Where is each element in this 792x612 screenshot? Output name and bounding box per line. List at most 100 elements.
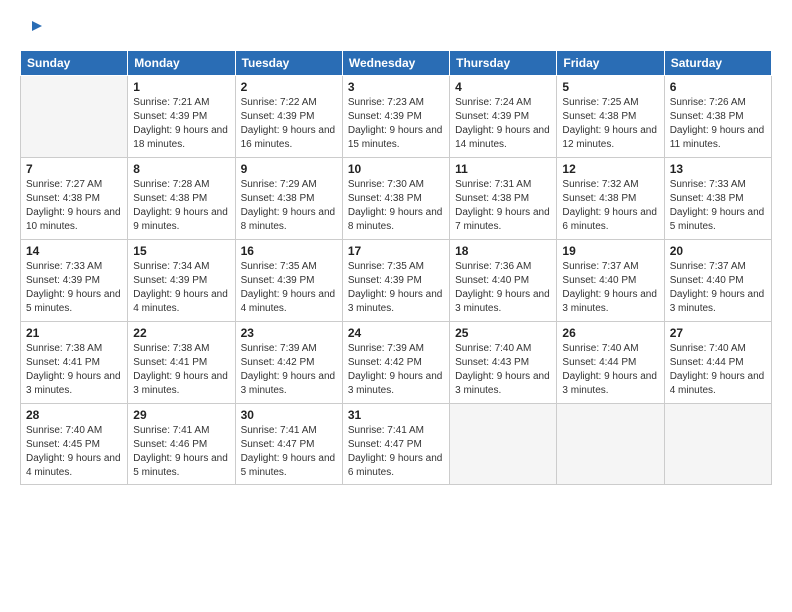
day-number: 20 (670, 244, 766, 258)
day-number: 27 (670, 326, 766, 340)
day-number: 8 (133, 162, 229, 176)
day-number: 14 (26, 244, 122, 258)
calendar-cell: 17 Sunrise: 7:35 AMSunset: 4:39 PMDayligh… (342, 240, 449, 322)
day-info: Sunrise: 7:30 AMSunset: 4:38 PMDaylight:… (348, 179, 443, 232)
day-info: Sunrise: 7:26 AMSunset: 4:38 PMDaylight:… (670, 97, 765, 150)
day-number: 31 (348, 408, 444, 422)
day-info: Sunrise: 7:33 AMSunset: 4:39 PMDaylight:… (26, 261, 121, 314)
calendar-cell: 16 Sunrise: 7:35 AMSunset: 4:39 PMDayligh… (235, 240, 342, 322)
day-number: 15 (133, 244, 229, 258)
calendar-cell: 31 Sunrise: 7:41 AMSunset: 4:47 PMDayligh… (342, 404, 449, 485)
calendar-cell: 23Sunrise: 7:39 AMSunset: 4:42 PMDayligh… (235, 322, 342, 404)
day-number: 2 (241, 80, 337, 94)
weekday-header-row: SundayMondayTuesdayWednesdayThursdayFrid… (21, 51, 772, 76)
calendar-cell: 5 Sunrise: 7:25 AMSunset: 4:38 PMDaylight… (557, 76, 664, 158)
calendar-cell: 29 Sunrise: 7:41 AMSunset: 4:46 PMDayligh… (128, 404, 235, 485)
weekday-friday: Friday (557, 51, 664, 76)
calendar-cell: 3 Sunrise: 7:23 AMSunset: 4:39 PMDaylight… (342, 76, 449, 158)
calendar-cell: 30 Sunrise: 7:41 AMSunset: 4:47 PMDayligh… (235, 404, 342, 485)
day-number: 3 (348, 80, 444, 94)
calendar-cell: 25Sunrise: 7:40 AMSunset: 4:43 PMDayligh… (450, 322, 557, 404)
day-info: Sunrise: 7:40 AMSunset: 4:45 PMDaylight:… (26, 425, 121, 478)
week-row-3: 21Sunrise: 7:38 AMSunset: 4:41 PMDayligh… (21, 322, 772, 404)
day-number: 4 (455, 80, 551, 94)
day-info: Sunrise: 7:37 AMSunset: 4:40 PMDaylight:… (562, 261, 657, 314)
calendar-cell: 6 Sunrise: 7:26 AMSunset: 4:38 PMDaylight… (664, 76, 771, 158)
calendar-cell (450, 404, 557, 485)
day-info: Sunrise: 7:25 AMSunset: 4:38 PMDaylight:… (562, 97, 657, 150)
day-number: 10 (348, 162, 444, 176)
day-number: 17 (348, 244, 444, 258)
calendar-cell: 15 Sunrise: 7:34 AMSunset: 4:39 PMDayligh… (128, 240, 235, 322)
logo-icon (20, 18, 42, 40)
calendar-cell (21, 76, 128, 158)
weekday-tuesday: Tuesday (235, 51, 342, 76)
calendar-cell: 18 Sunrise: 7:36 AMSunset: 4:40 PMDayligh… (450, 240, 557, 322)
calendar-cell: 19 Sunrise: 7:37 AMSunset: 4:40 PMDayligh… (557, 240, 664, 322)
day-info: Sunrise: 7:41 AMSunset: 4:47 PMDaylight:… (348, 425, 443, 478)
day-info: Sunrise: 7:40 AMSunset: 4:44 PMDaylight:… (562, 343, 657, 396)
calendar-cell: 14 Sunrise: 7:33 AMSunset: 4:39 PMDayligh… (21, 240, 128, 322)
calendar-cell: 7 Sunrise: 7:27 AMSunset: 4:38 PMDaylight… (21, 158, 128, 240)
day-number: 6 (670, 80, 766, 94)
day-info: Sunrise: 7:32 AMSunset: 4:38 PMDaylight:… (562, 179, 657, 232)
day-info: Sunrise: 7:37 AMSunset: 4:40 PMDaylight:… (670, 261, 765, 314)
week-row-4: 28 Sunrise: 7:40 AMSunset: 4:45 PMDayligh… (21, 404, 772, 485)
calendar-cell (664, 404, 771, 485)
calendar-cell (557, 404, 664, 485)
calendar-cell: 2 Sunrise: 7:22 AMSunset: 4:39 PMDaylight… (235, 76, 342, 158)
header (20, 18, 772, 40)
day-info: Sunrise: 7:27 AMSunset: 4:38 PMDaylight:… (26, 179, 121, 232)
calendar-cell: 4Sunrise: 7:24 AMSunset: 4:39 PMDaylight… (450, 76, 557, 158)
calendar-cell: 20 Sunrise: 7:37 AMSunset: 4:40 PMDayligh… (664, 240, 771, 322)
day-info: Sunrise: 7:35 AMSunset: 4:39 PMDaylight:… (241, 261, 336, 314)
day-info: Sunrise: 7:36 AMSunset: 4:40 PMDaylight:… (455, 261, 550, 314)
week-row-1: 7 Sunrise: 7:27 AMSunset: 4:38 PMDaylight… (21, 158, 772, 240)
day-number: 28 (26, 408, 122, 422)
day-info: Sunrise: 7:28 AMSunset: 4:38 PMDaylight:… (133, 179, 228, 232)
day-number: 26 (562, 326, 658, 340)
weekday-monday: Monday (128, 51, 235, 76)
day-number: 12 (562, 162, 658, 176)
calendar-cell: 12 Sunrise: 7:32 AMSunset: 4:38 PMDayligh… (557, 158, 664, 240)
calendar-cell: 13 Sunrise: 7:33 AMSunset: 4:38 PMDayligh… (664, 158, 771, 240)
week-row-0: 1 Sunrise: 7:21 AMSunset: 4:39 PMDaylight… (21, 76, 772, 158)
day-number: 25 (455, 326, 551, 340)
day-info: Sunrise: 7:31 AMSunset: 4:38 PMDaylight:… (455, 179, 550, 232)
day-number: 29 (133, 408, 229, 422)
day-number: 16 (241, 244, 337, 258)
day-number: 22 (133, 326, 229, 340)
calendar-cell: 27 Sunrise: 7:40 AMSunset: 4:44 PMDayligh… (664, 322, 771, 404)
calendar-cell: 24Sunrise: 7:39 AMSunset: 4:42 PMDayligh… (342, 322, 449, 404)
day-info: Sunrise: 7:40 AMSunset: 4:44 PMDaylight:… (670, 343, 765, 396)
day-number: 18 (455, 244, 551, 258)
day-info: Sunrise: 7:23 AMSunset: 4:39 PMDaylight:… (348, 97, 443, 150)
calendar-cell: 26 Sunrise: 7:40 AMSunset: 4:44 PMDayligh… (557, 322, 664, 404)
day-number: 24 (348, 326, 444, 340)
day-number: 19 (562, 244, 658, 258)
day-number: 5 (562, 80, 658, 94)
calendar-cell: 9Sunrise: 7:29 AMSunset: 4:38 PMDaylight… (235, 158, 342, 240)
weekday-saturday: Saturday (664, 51, 771, 76)
day-info: Sunrise: 7:22 AMSunset: 4:39 PMDaylight:… (241, 97, 336, 150)
day-info: Sunrise: 7:35 AMSunset: 4:39 PMDaylight:… (348, 261, 443, 314)
day-number: 11 (455, 162, 551, 176)
calendar-cell: 22Sunrise: 7:38 AMSunset: 4:41 PMDayligh… (128, 322, 235, 404)
day-number: 7 (26, 162, 122, 176)
week-row-2: 14 Sunrise: 7:33 AMSunset: 4:39 PMDayligh… (21, 240, 772, 322)
day-number: 30 (241, 408, 337, 422)
page: SundayMondayTuesdayWednesdayThursdayFrid… (0, 0, 792, 612)
calendar: SundayMondayTuesdayWednesdayThursdayFrid… (20, 50, 772, 485)
calendar-cell: 1 Sunrise: 7:21 AMSunset: 4:39 PMDaylight… (128, 76, 235, 158)
weekday-thursday: Thursday (450, 51, 557, 76)
day-info: Sunrise: 7:41 AMSunset: 4:46 PMDaylight:… (133, 425, 228, 478)
day-number: 13 (670, 162, 766, 176)
day-number: 23 (241, 326, 337, 340)
day-info: Sunrise: 7:21 AMSunset: 4:39 PMDaylight:… (133, 97, 228, 150)
day-number: 1 (133, 80, 229, 94)
day-info: Sunrise: 7:34 AMSunset: 4:39 PMDaylight:… (133, 261, 228, 314)
day-info: Sunrise: 7:33 AMSunset: 4:38 PMDaylight:… (670, 179, 765, 232)
day-info: Sunrise: 7:41 AMSunset: 4:47 PMDaylight:… (241, 425, 336, 478)
calendar-cell: 11 Sunrise: 7:31 AMSunset: 4:38 PMDayligh… (450, 158, 557, 240)
weekday-wednesday: Wednesday (342, 51, 449, 76)
